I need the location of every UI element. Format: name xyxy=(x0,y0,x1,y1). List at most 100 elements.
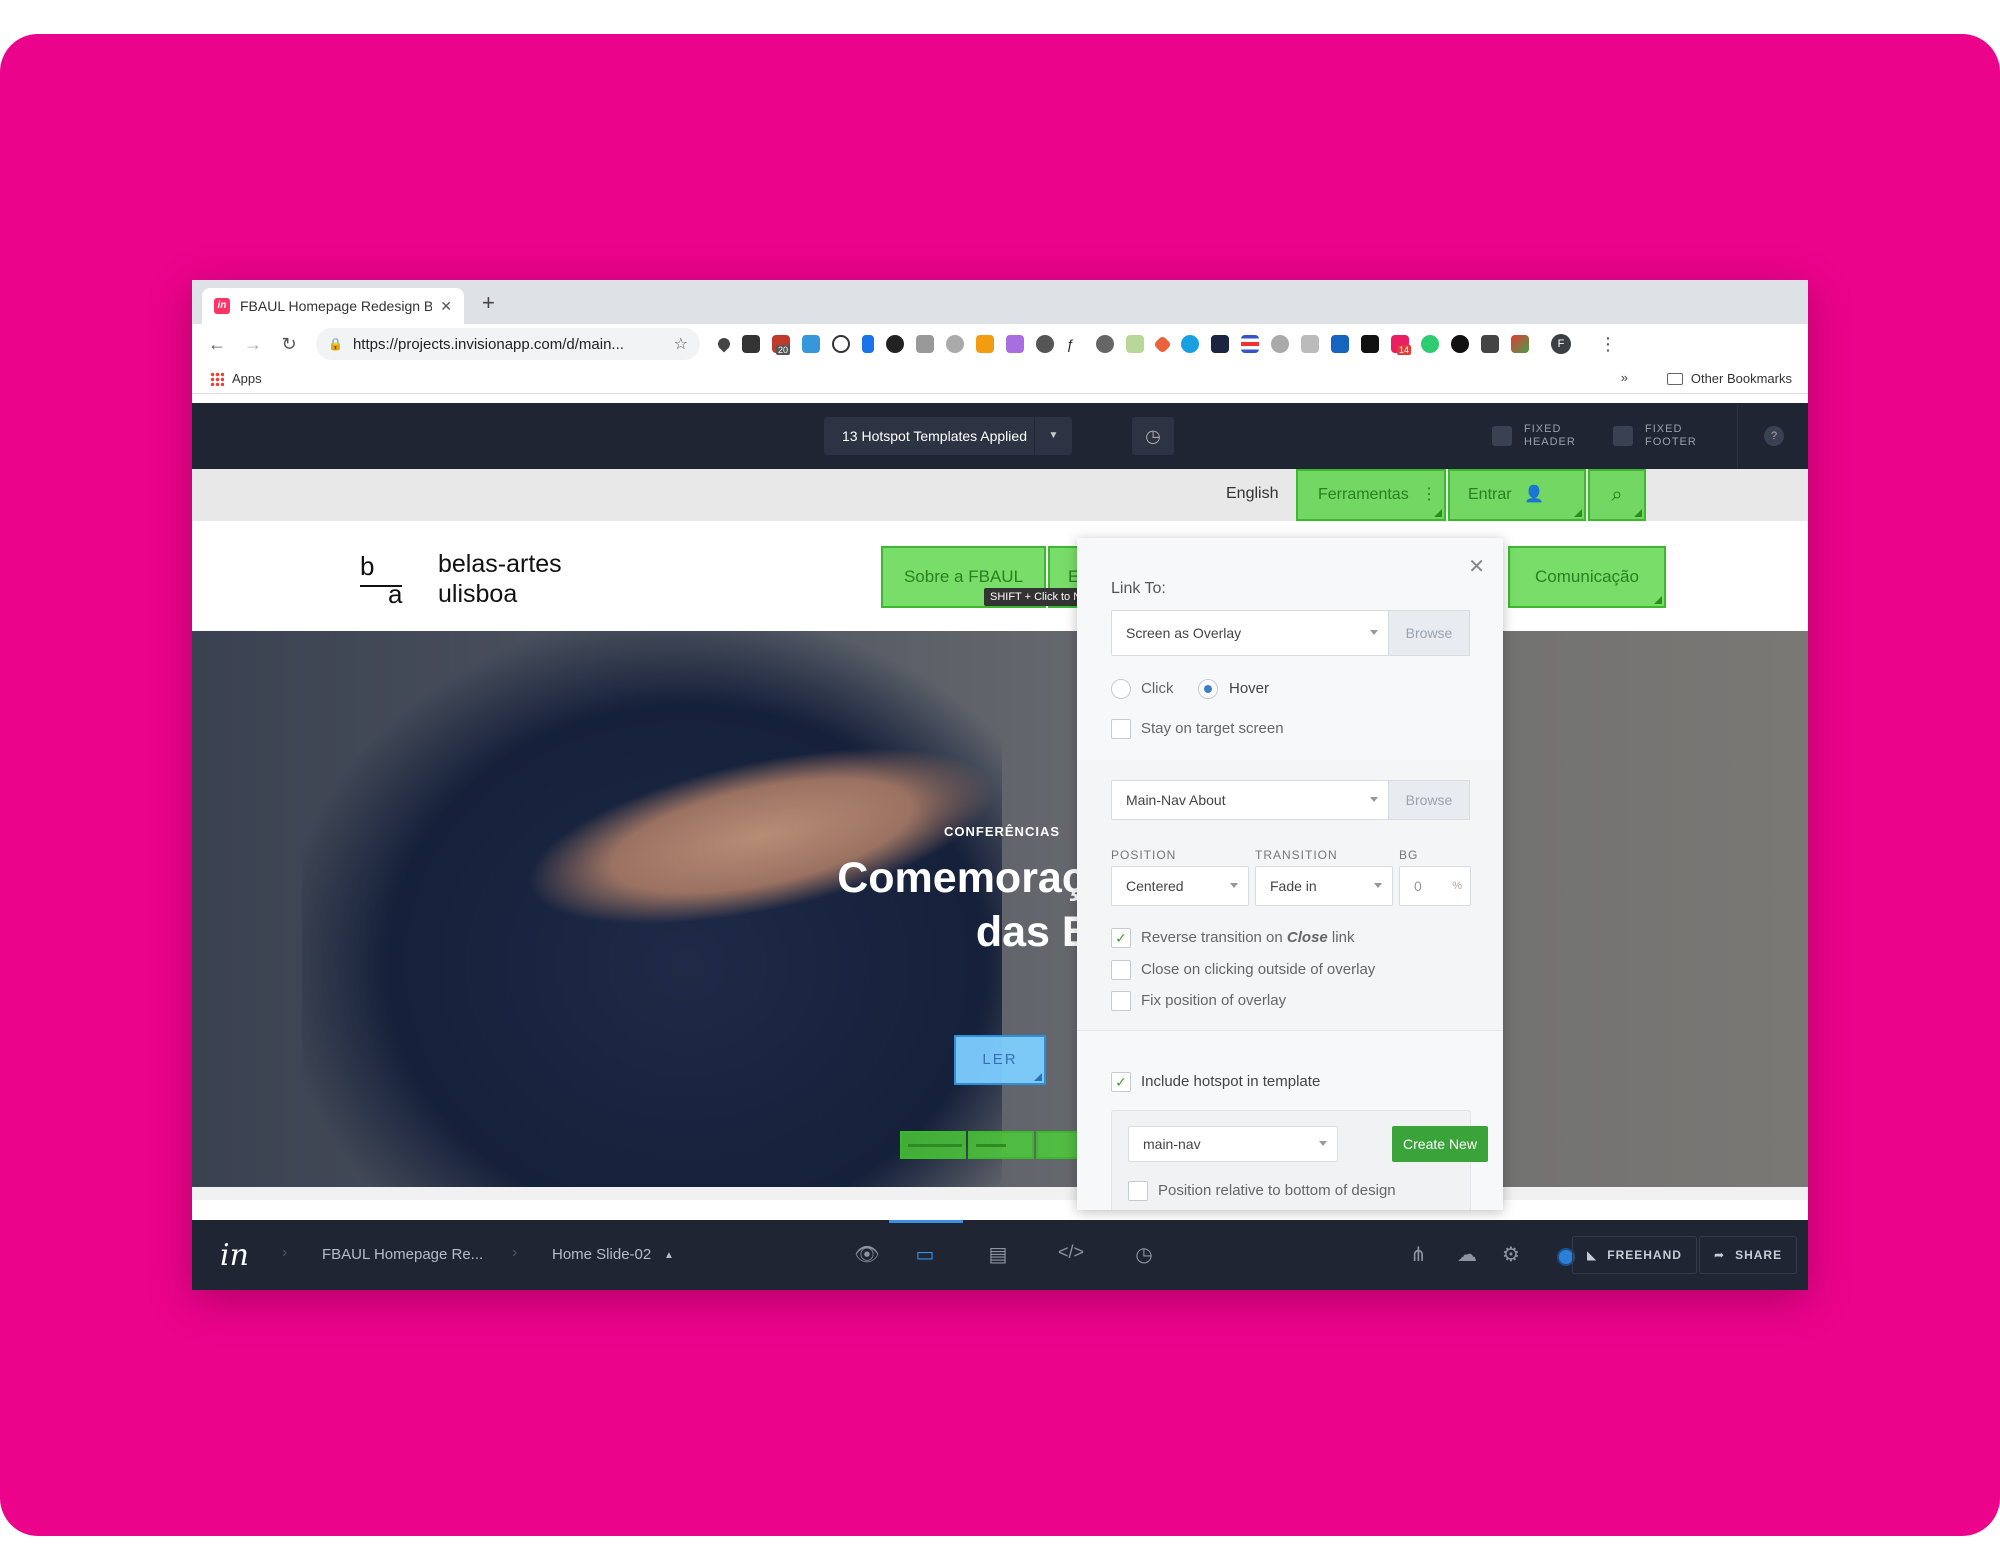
extension-bug-icon[interactable] xyxy=(1096,335,1114,353)
reload-icon[interactable]: ↻ xyxy=(276,334,302,355)
browser-menu-icon[interactable]: ⋮ xyxy=(1595,334,1621,355)
close-icon[interactable]: ✕ xyxy=(1468,554,1485,579)
hotspot-entrar[interactable]: Entrar 👤 xyxy=(1448,469,1586,521)
trigger-hover-radio[interactable] xyxy=(1198,679,1218,699)
chevron-down-icon xyxy=(1370,630,1378,635)
close-tab-icon[interactable]: ✕ xyxy=(440,298,452,315)
slider-dot-hotspot[interactable] xyxy=(968,1131,1034,1159)
invision-bottom-bar: in › FBAUL Homepage Re... › Home Slide-0… xyxy=(192,1220,1808,1290)
extension-hex-icon[interactable] xyxy=(1481,335,1499,353)
extension-eye-icon[interactable] xyxy=(1181,335,1199,353)
back-icon[interactable]: ← xyxy=(204,334,230,355)
hotspot-search[interactable]: ⌕ xyxy=(1588,469,1646,521)
tab-title: FBAUL Homepage Redesign Bu xyxy=(240,298,433,314)
extension-window-icon[interactable] xyxy=(802,335,820,353)
extension-camera-icon[interactable] xyxy=(916,335,934,353)
extension-diamond-icon[interactable] xyxy=(1153,334,1172,354)
bookmark-star-icon[interactable]: ☆ xyxy=(674,334,688,354)
include-template-checkbox[interactable]: ✓ xyxy=(1111,1072,1131,1092)
browser-toolbar: ← → ↻ 🔒 https://projects.invisionapp.com… xyxy=(192,324,1808,364)
inspect-code-icon[interactable]: </> xyxy=(1056,1242,1086,1268)
chevron-down-icon xyxy=(1370,797,1378,802)
template-select[interactable]: main-nav xyxy=(1128,1126,1338,1162)
stay-on-target-checkbox[interactable] xyxy=(1111,719,1131,739)
extension-circle-icon[interactable] xyxy=(886,335,904,353)
extension-b-icon[interactable] xyxy=(976,335,994,353)
extension-1password-icon[interactable] xyxy=(832,335,850,353)
slider-dot-bar xyxy=(908,1144,962,1147)
transition-select[interactable]: Fade in xyxy=(1255,866,1393,906)
fix-position-checkbox[interactable] xyxy=(1111,991,1131,1011)
hotspot-templates-select[interactable]: 13 Hotspot Templates Applied ▼ xyxy=(824,417,1072,455)
fixed-footer-checkbox[interactable] xyxy=(1613,426,1633,446)
extension-s-icon[interactable] xyxy=(1211,335,1229,353)
build-hotspot-icon[interactable]: ▭ xyxy=(910,1242,940,1268)
forward-icon[interactable]: → xyxy=(240,334,266,355)
profile-avatar[interactable]: F xyxy=(1551,334,1571,354)
position-relative-checkbox[interactable] xyxy=(1128,1181,1148,1201)
fixed-footer-toggle[interactable]: FIXED FOOTER xyxy=(1613,423,1697,449)
extension-font-icon[interactable]: ƒ xyxy=(1066,335,1084,353)
new-tab-icon[interactable]: + xyxy=(482,290,495,316)
link-target-select[interactable]: Screen as Overlay xyxy=(1111,610,1389,656)
extension-lines-icon[interactable] xyxy=(1241,335,1259,353)
hotspot-ferramentas[interactable]: Ferramentas ⋮ xyxy=(1296,469,1446,521)
browser-tab[interactable]: in FBAUL Homepage Redesign Bu ✕ xyxy=(202,288,464,324)
extension-ux-icon[interactable] xyxy=(1331,335,1349,353)
extension-crown-icon[interactable] xyxy=(1036,335,1054,353)
bg-opacity-input[interactable]: 0 % xyxy=(1399,866,1471,906)
other-bookmarks[interactable]: Other Bookmarks xyxy=(1666,371,1792,386)
screen-breadcrumb[interactable]: Home Slide-02 xyxy=(552,1246,651,1263)
extension-m-icon[interactable]: 14 xyxy=(1391,335,1412,355)
language-link[interactable]: English xyxy=(1226,485,1278,503)
browse-button[interactable]: Browse xyxy=(1388,610,1470,656)
extension-paint-icon[interactable] xyxy=(1511,335,1529,353)
trigger-click-radio[interactable] xyxy=(1111,679,1131,699)
address-bar[interactable]: 🔒 https://projects.invisionapp.com/d/mai… xyxy=(316,328,700,360)
extension-green-circle-icon[interactable] xyxy=(1421,335,1439,353)
freehand-button[interactable]: ◣ FREEHAND xyxy=(1572,1236,1697,1274)
hotspot-comunicacao[interactable]: Comunicação xyxy=(1508,546,1666,608)
settings-gear-icon[interactable]: ⚙ xyxy=(1502,1242,1520,1267)
extension-sheet-icon[interactable] xyxy=(1126,335,1144,353)
help-icon[interactable]: ? xyxy=(1764,426,1784,446)
extension-ux-black-icon[interactable] xyxy=(1361,335,1379,353)
comment-icon[interactable]: ▤ xyxy=(983,1242,1013,1268)
timer-icon[interactable]: ◷ xyxy=(1132,417,1174,455)
extension-drop-icon[interactable] xyxy=(715,335,733,353)
divider xyxy=(1737,403,1738,469)
fixed-header-toggle[interactable]: FIXED HEADER xyxy=(1492,423,1576,449)
create-new-button[interactable]: Create New xyxy=(1392,1126,1488,1162)
extension-head-icon[interactable] xyxy=(1271,335,1289,353)
chevron-up-icon[interactable]: ▲ xyxy=(664,1250,674,1261)
extension-black-circle-icon[interactable] xyxy=(1451,335,1469,353)
browse-screen-button[interactable]: Browse xyxy=(1388,780,1470,820)
slider-dot-hotspot[interactable] xyxy=(900,1131,966,1159)
share-button[interactable]: ➦ SHARE xyxy=(1699,1236,1798,1274)
chevron-down-icon[interactable]: ▼ xyxy=(1034,417,1072,455)
invision-logo[interactable]: in xyxy=(220,1238,249,1273)
reverse-transition-checkbox[interactable]: ✓ xyxy=(1111,928,1131,948)
screen-select[interactable]: Main-Nav About xyxy=(1111,780,1389,820)
logo-b: b xyxy=(360,551,375,581)
fixed-header-checkbox[interactable] xyxy=(1492,426,1512,446)
sobre-fbaul-label: Sobre a FBAUL xyxy=(903,567,1024,586)
project-breadcrumb[interactable]: FBAUL Homepage Re... xyxy=(322,1246,483,1263)
hero-slide: CONFERÊNCIAS Comemorações dc das Belas-A… xyxy=(192,631,1808,1187)
extension-purple-icon[interactable] xyxy=(1006,335,1024,353)
close-outside-checkbox[interactable] xyxy=(1111,960,1131,980)
extension-pocket-icon[interactable] xyxy=(742,335,760,353)
extension-gear-icon[interactable] xyxy=(946,335,964,353)
more-bookmarks-icon[interactable]: » xyxy=(1621,370,1628,385)
position-select[interactable]: Centered xyxy=(1111,866,1249,906)
extension-badge-icon[interactable]: 20 xyxy=(772,335,791,355)
extension-v-icon[interactable] xyxy=(862,335,874,353)
extension-w-icon[interactable] xyxy=(1301,335,1319,353)
share-nodes-icon[interactable]: ⋔ xyxy=(1410,1242,1427,1267)
apps-bookmark[interactable]: Apps xyxy=(210,371,262,386)
history-clock-icon[interactable]: ◷ xyxy=(1129,1242,1159,1268)
brand-name[interactable]: belas-artes ulisboa xyxy=(438,549,562,609)
cloud-sync-icon[interactable]: ☁ xyxy=(1457,1242,1477,1267)
hotspot-ler-button[interactable]: LER xyxy=(954,1035,1046,1085)
preview-eye-icon[interactable]: 👁 xyxy=(852,1242,882,1268)
